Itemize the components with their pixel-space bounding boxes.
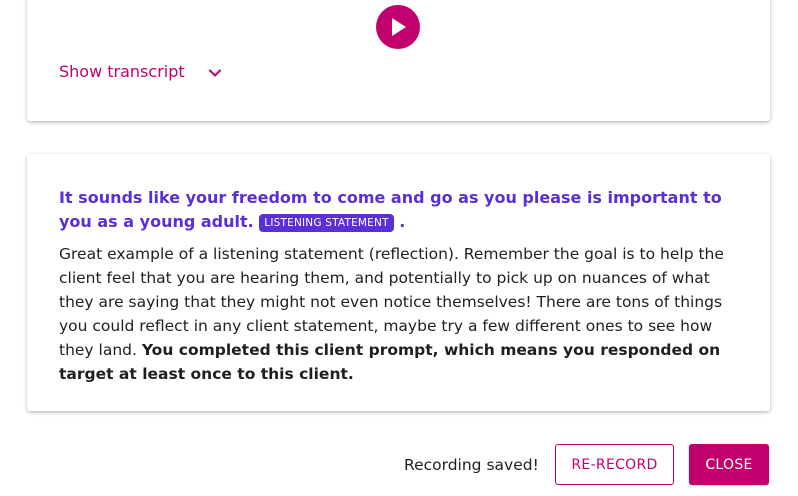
feedback-content: It sounds like your freedom to come and …	[59, 186, 735, 386]
listening-statement-badge: LISTENING STATEMENT	[259, 214, 394, 232]
response-statement: It sounds like your freedom to come and …	[59, 186, 735, 234]
close-button[interactable]: CLOSE	[689, 444, 769, 485]
recording-status: Recording saved!	[404, 456, 539, 474]
re-record-button[interactable]: RE-RECORD	[555, 444, 674, 485]
feedback-card: It sounds like your freedom to come and …	[27, 154, 770, 411]
show-transcript-label: Show transcript	[59, 62, 185, 81]
response-trailing: .	[399, 212, 406, 231]
feedback-text: Great example of a listening statement (…	[59, 242, 735, 386]
show-transcript-toggle[interactable]: Show transcript	[59, 62, 222, 81]
play-button[interactable]	[376, 5, 420, 49]
audio-card: Show transcript	[27, 0, 770, 121]
feedback-completion-note: You completed this client prompt, which …	[59, 341, 721, 383]
chevron-down-icon	[208, 65, 222, 79]
play-icon	[392, 18, 406, 36]
